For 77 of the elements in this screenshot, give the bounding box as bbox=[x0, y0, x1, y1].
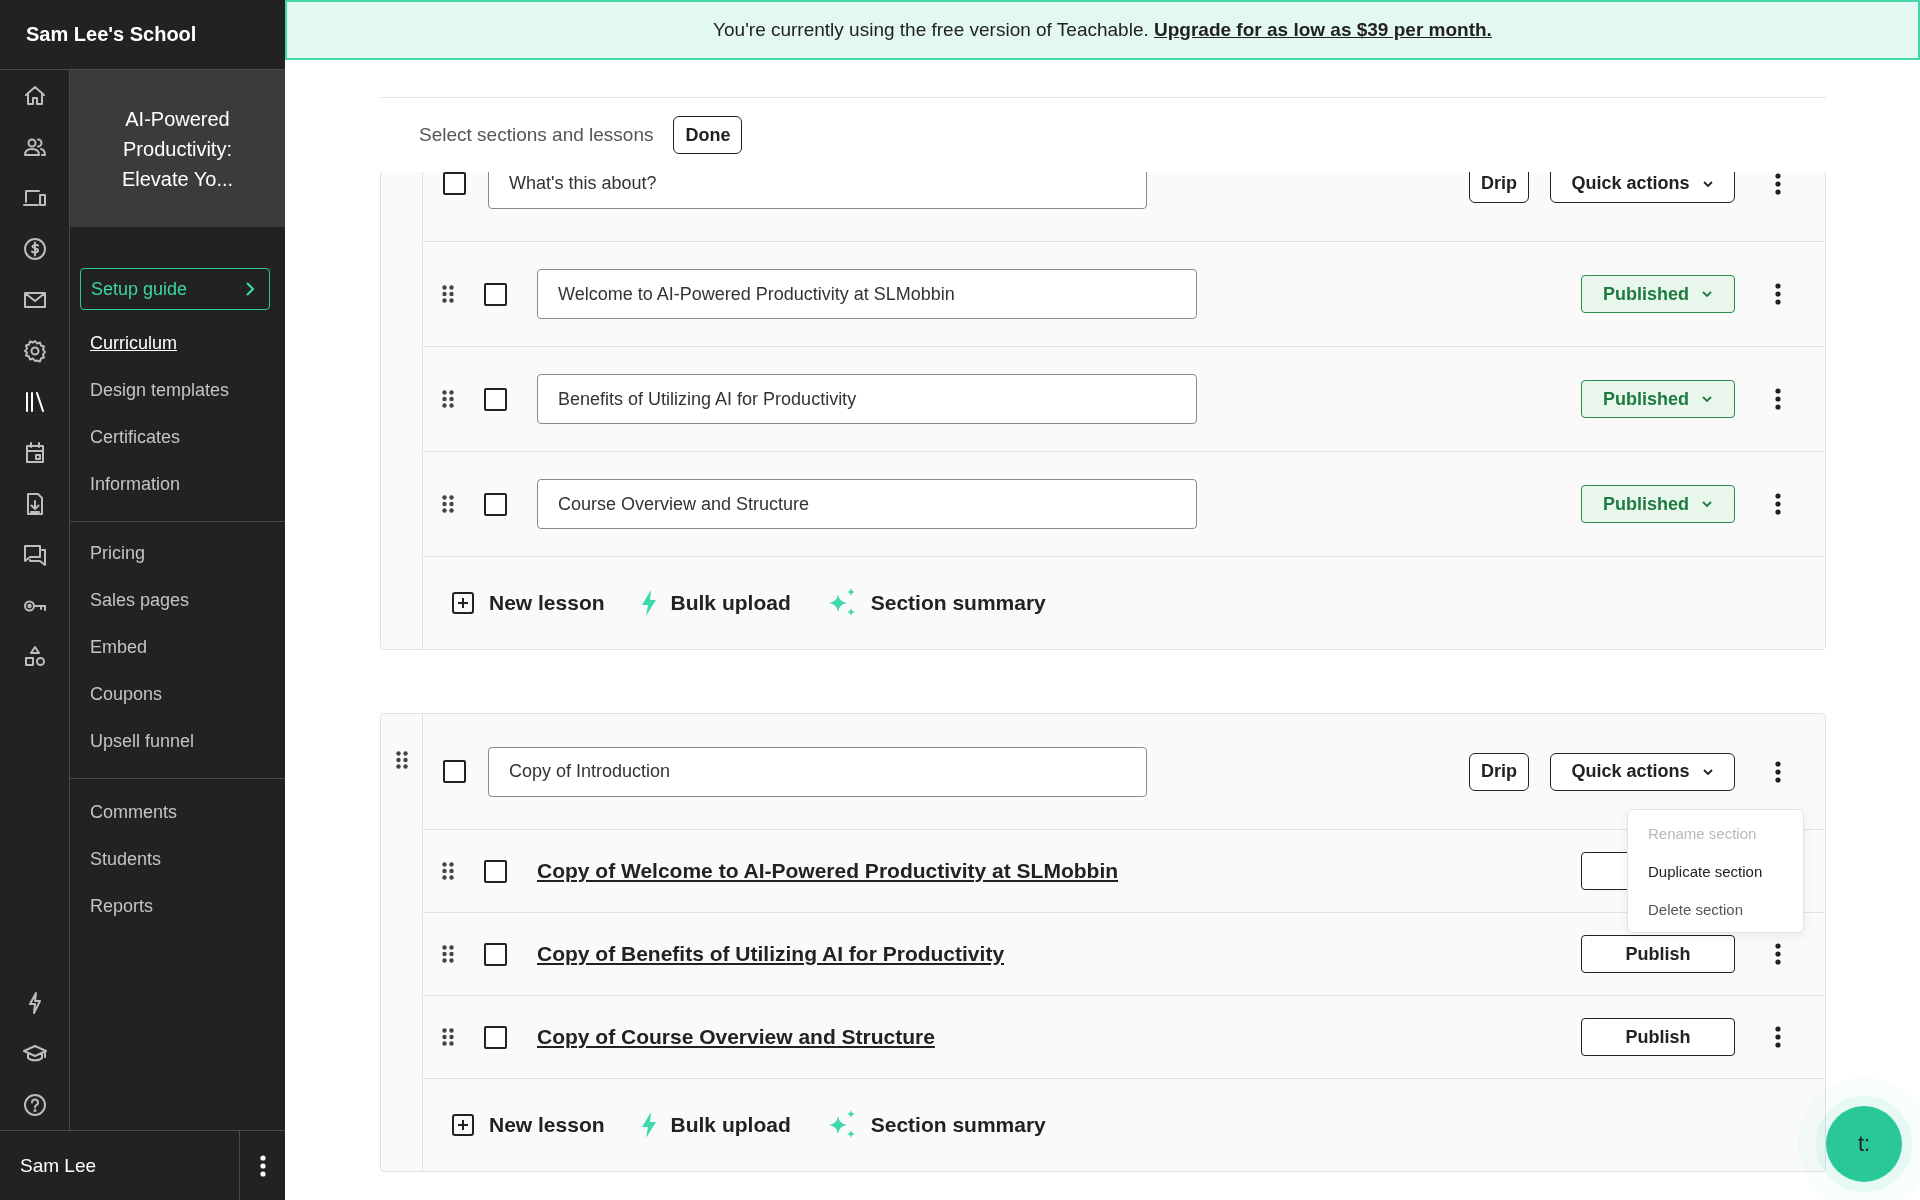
publish-button[interactable]: Publish bbox=[1581, 1018, 1735, 1056]
bolt-icon bbox=[640, 590, 657, 616]
checkbox[interactable] bbox=[484, 942, 507, 966]
gear-icon[interactable] bbox=[22, 338, 47, 363]
more-options-icon[interactable] bbox=[1774, 943, 1782, 965]
checkbox[interactable] bbox=[484, 492, 507, 516]
lesson-title-link[interactable]: Copy of Benefits of Utilizing AI for Productivity bbox=[537, 942, 1005, 966]
checkbox[interactable] bbox=[484, 387, 507, 411]
menu-item[interactable]: Delete section bbox=[1648, 890, 1783, 928]
published-dropdown[interactable]: Published bbox=[1581, 275, 1735, 313]
checkbox[interactable] bbox=[484, 1025, 507, 1049]
section-action[interactable]: Section summary bbox=[826, 1110, 1046, 1140]
nav-link[interactable]: Design templates bbox=[70, 367, 230, 414]
lesson-title-field[interactable]: Course Overview and Structure bbox=[537, 479, 1197, 529]
nav-link[interactable]: Upsell funnel bbox=[70, 718, 195, 765]
dollar-icon[interactable] bbox=[22, 236, 47, 261]
more-options-icon[interactable] bbox=[1774, 760, 1782, 783]
checkbox[interactable] bbox=[443, 172, 466, 195]
home-icon[interactable] bbox=[22, 83, 47, 108]
chevron-down-icon bbox=[1701, 290, 1713, 298]
more-options-icon[interactable] bbox=[258, 1154, 267, 1177]
section-action[interactable]: Bulk upload bbox=[640, 1112, 791, 1138]
nav-link[interactable]: Embed bbox=[70, 624, 148, 671]
plus-icon bbox=[451, 1113, 475, 1137]
chat-button[interactable]: t: bbox=[1826, 1106, 1902, 1182]
course-title: AI-Powered Productivity: Elevate Yo... bbox=[120, 106, 235, 192]
more-options-icon[interactable] bbox=[1774, 172, 1782, 195]
chevron-down-icon bbox=[1701, 500, 1713, 508]
chat-icon[interactable] bbox=[22, 542, 47, 567]
nav-link[interactable]: Certificates bbox=[70, 414, 181, 461]
section-title-field[interactable]: Copy of Introduction bbox=[488, 746, 1147, 797]
checkbox[interactable] bbox=[484, 282, 507, 306]
lesson-title-field[interactable]: Benefits of Utilizing AI for Productivity bbox=[537, 374, 1197, 424]
done-button[interactable]: Done bbox=[673, 116, 743, 154]
chevron-down-icon bbox=[1701, 179, 1714, 188]
section-title-field[interactable]: What's this about? bbox=[488, 172, 1147, 209]
upgrade-link[interactable]: Upgrade for as low as $39 per month. bbox=[1154, 19, 1492, 40]
select-label: Select sections and lessons bbox=[419, 124, 654, 146]
more-options-icon[interactable] bbox=[1774, 1026, 1782, 1048]
user-name: Sam Lee bbox=[19, 1154, 98, 1177]
chevron-down-icon bbox=[1701, 395, 1713, 403]
lesson-title-link[interactable]: Copy of Welcome to AI-Powered Productivity at SLMobbin bbox=[537, 859, 1119, 883]
section-action[interactable]: New lesson bbox=[451, 591, 605, 615]
bolt-icon bbox=[640, 1112, 657, 1138]
more-options-icon[interactable] bbox=[1774, 388, 1782, 410]
menu-item[interactable]: Duplicate section bbox=[1648, 852, 1783, 890]
published-dropdown[interactable]: Published bbox=[1581, 485, 1735, 523]
help-icon[interactable] bbox=[22, 1092, 47, 1117]
published-dropdown[interactable]: Published bbox=[1581, 380, 1735, 418]
quick-actions-button[interactable]: Quick actions bbox=[1550, 172, 1735, 203]
section-action[interactable]: Bulk upload bbox=[640, 590, 791, 616]
quick-actions-button[interactable]: Quick actions bbox=[1550, 752, 1735, 791]
nav-link[interactable]: Sales pages bbox=[70, 577, 190, 624]
section-action[interactable]: New lesson bbox=[451, 1113, 605, 1137]
nav-link[interactable]: Information bbox=[70, 461, 181, 508]
nav-link[interactable]: Reports bbox=[70, 883, 154, 930]
more-options-icon[interactable] bbox=[1774, 493, 1782, 515]
plus-icon bbox=[451, 591, 475, 615]
nav-link[interactable]: Comments bbox=[70, 789, 178, 836]
banner-text: You're currently using the free version of Teachable. Upgrade for as low as $39 per month. bbox=[713, 19, 1492, 41]
chevron-down-icon bbox=[1701, 767, 1714, 776]
nav-link[interactable]: Curriculum bbox=[70, 320, 177, 367]
checkbox[interactable] bbox=[443, 760, 466, 783]
section-action[interactable]: Section summary bbox=[826, 588, 1046, 618]
nav-link[interactable]: Pricing bbox=[70, 530, 146, 577]
chevron-right-icon bbox=[245, 281, 255, 297]
nav-link[interactable]: Coupons bbox=[70, 671, 163, 718]
lesson-title-field[interactable]: Welcome to AI-Powered Productivity at SLMobbin bbox=[537, 269, 1197, 319]
drip-button[interactable]: Drip bbox=[1469, 172, 1529, 203]
more-options-icon[interactable] bbox=[1774, 283, 1782, 305]
drip-button[interactable]: Drip bbox=[1469, 752, 1529, 791]
shapes-icon[interactable] bbox=[22, 644, 47, 669]
lesson-title-link[interactable]: Copy of Course Overview and Structure bbox=[537, 1025, 935, 1049]
checkbox[interactable] bbox=[484, 859, 507, 883]
setup-guide-button[interactable]: Setup guide bbox=[80, 268, 270, 310]
nav-link[interactable]: Students bbox=[70, 836, 162, 883]
publish-button[interactable]: Publish bbox=[1581, 935, 1735, 973]
